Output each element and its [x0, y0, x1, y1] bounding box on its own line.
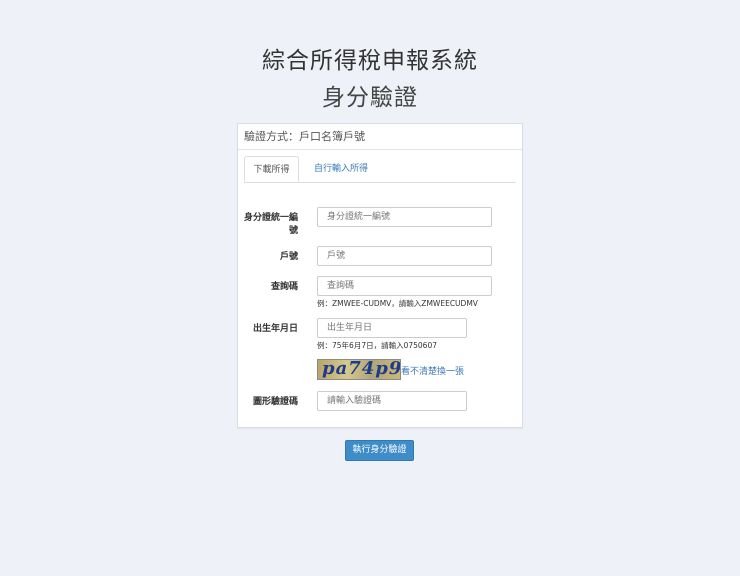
tab-download-income[interactable]: 下載所得: [244, 156, 299, 182]
household-input[interactable]: [317, 246, 492, 266]
panel-heading: 驗證方式：戶口名簿戶號: [238, 124, 522, 150]
birth-date-label: 出生年月日: [252, 324, 298, 334]
submit-verification-button[interactable]: 執行身分驗證: [345, 440, 414, 461]
query-code-input[interactable]: [317, 276, 492, 296]
id-number-input[interactable]: [317, 207, 492, 227]
captcha-code: pa74p9: [322, 359, 401, 379]
id-number-label: 身分證統一編號: [243, 213, 298, 236]
captcha-refresh-link[interactable]: 看不清楚換一張: [401, 364, 464, 377]
page-subtitle: 身分驗證: [322, 85, 418, 111]
household-label: 戶號: [279, 252, 298, 262]
query-code-label: 查詢碼: [270, 282, 298, 292]
query-code-hint: 例：ZMWEE-CUDMV，請輸入ZMWEECUDMV: [317, 299, 478, 308]
tab-bar: 下載所得 自行輸入所得: [244, 156, 516, 183]
birth-date-input[interactable]: [317, 318, 467, 338]
captcha-label: 圖形驗證碼: [252, 397, 298, 407]
captcha-image: pa74p9: [317, 359, 401, 380]
verification-panel: 驗證方式：戶口名簿戶號 下載所得 自行輸入所得 身分證統一編號 戶號 查詢碼 例…: [237, 123, 523, 428]
tab-manual-income[interactable]: 自行輸入所得: [306, 156, 376, 182]
captcha-input[interactable]: [317, 391, 467, 411]
page-title: 綜合所得稅申報系統: [262, 48, 478, 74]
birth-date-hint: 例：75年6月7日，請輸入0750607: [317, 341, 437, 350]
